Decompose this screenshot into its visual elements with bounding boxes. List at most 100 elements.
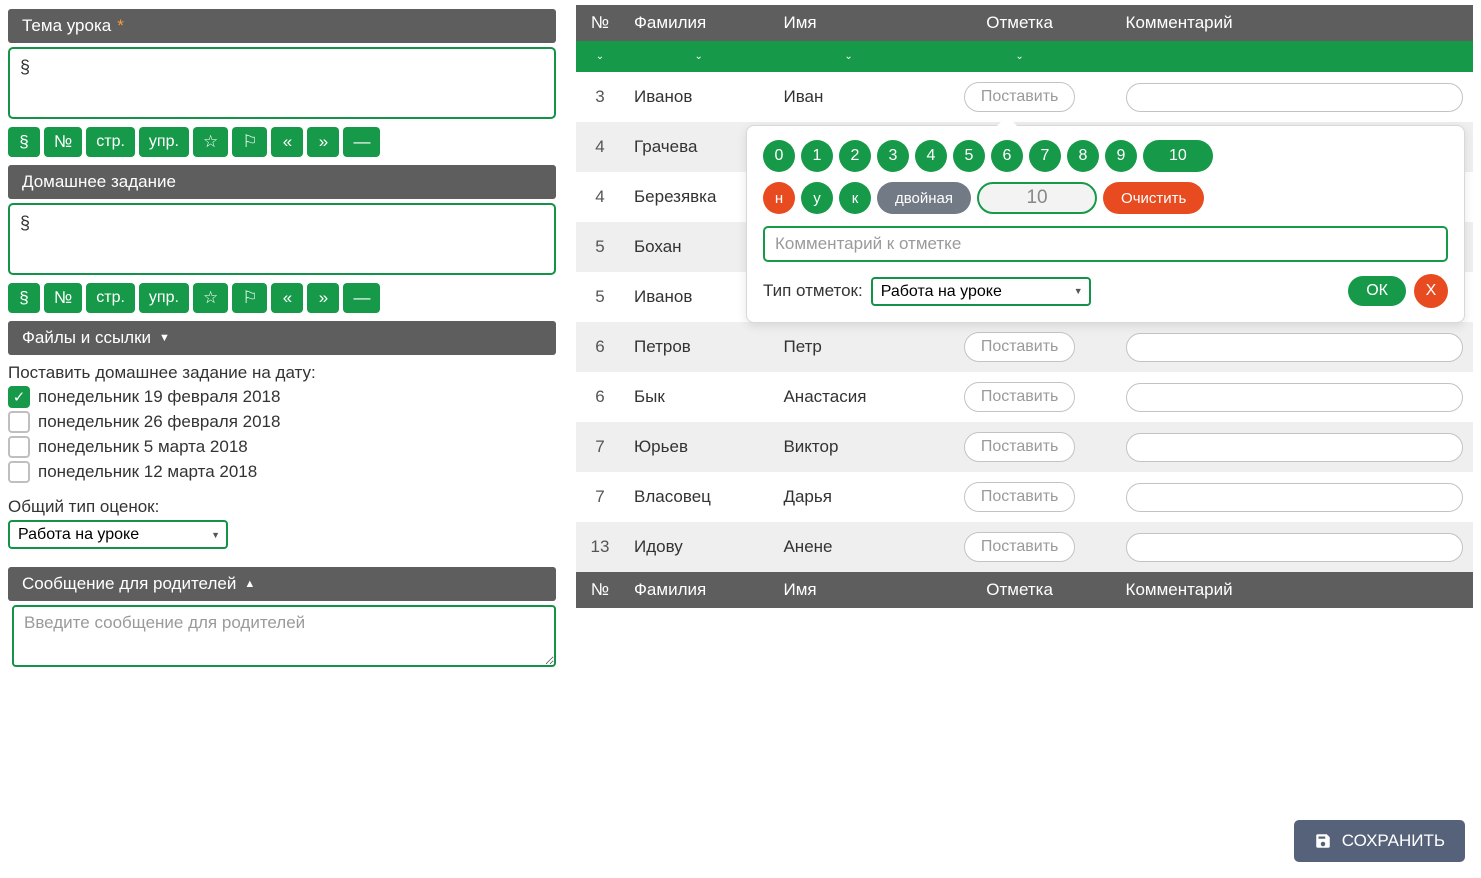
hw-date-option[interactable]: понедельник 26 февраля 2018 <box>8 411 556 433</box>
insert-button[interactable]: « <box>271 283 303 313</box>
hw-date-label: понедельник 5 марта 2018 <box>38 437 248 457</box>
insert-button[interactable]: № <box>44 283 82 313</box>
table-expand-row[interactable]: ⌄ ⌄ ⌄ ⌄ <box>576 41 1473 72</box>
cell-comment <box>1116 72 1473 122</box>
grade-button-2[interactable]: 2 <box>839 140 871 172</box>
grade-comment-input[interactable] <box>763 226 1448 262</box>
insert-button[interactable]: упр. <box>139 283 189 313</box>
chevron-down-icon: ▼ <box>159 332 170 344</box>
popover-type-select[interactable]: Работа на уроке <box>871 277 1091 306</box>
row-comment-input[interactable] <box>1126 383 1463 412</box>
insert-button[interactable]: — <box>343 283 380 313</box>
cell-name: Иван <box>773 72 923 122</box>
col-surname: Фамилия <box>624 5 773 41</box>
grade-button-6[interactable]: 6 <box>991 140 1023 172</box>
cell-surname: Идову <box>624 522 773 572</box>
status-n-button[interactable]: н <box>763 182 795 214</box>
grade-button-4[interactable]: 4 <box>915 140 947 172</box>
row-comment-input[interactable] <box>1126 483 1463 512</box>
set-grade-button[interactable]: Поставить <box>964 82 1076 112</box>
table-row: 7ВласовецДарьяПоставить <box>576 472 1473 522</box>
topic-header: Тема урока * <box>8 9 556 43</box>
cell-num: 7 <box>576 422 624 472</box>
cell-comment <box>1116 372 1473 422</box>
parents-message-input[interactable] <box>12 605 556 667</box>
topic-header-text: Тема урока <box>22 16 111 36</box>
cell-num: 13 <box>576 522 624 572</box>
insert-button[interactable]: стр. <box>86 127 135 157</box>
parents-header[interactable]: Сообщение для родителей ▲ <box>8 567 556 601</box>
grade-button-7[interactable]: 7 <box>1029 140 1061 172</box>
cell-comment <box>1116 472 1473 522</box>
row-comment-input[interactable] <box>1126 83 1463 112</box>
insert-button[interactable]: § <box>8 283 40 313</box>
grade-button-5[interactable]: 5 <box>953 140 985 172</box>
close-button[interactable]: X <box>1414 274 1448 308</box>
hw-date-option[interactable]: ✓ понедельник 19 февраля 2018 <box>8 386 556 408</box>
checkbox[interactable] <box>8 411 30 433</box>
checkbox[interactable]: ✓ <box>8 386 30 408</box>
status-k-button[interactable]: к <box>839 182 871 214</box>
grade-button-9[interactable]: 9 <box>1105 140 1137 172</box>
insert-button[interactable]: стр. <box>86 283 135 313</box>
grade-button-10[interactable]: 10 <box>1143 140 1213 172</box>
save-button[interactable]: СОХРАНИТЬ <box>1294 820 1465 862</box>
checkbox[interactable] <box>8 461 30 483</box>
cell-name: Анене <box>773 522 923 572</box>
table-header-row: № Фамилия Имя Отметка Комментарий <box>576 5 1473 41</box>
grade-button-8[interactable]: 8 <box>1067 140 1099 172</box>
table-row: 3ИвановИванПоставить <box>576 72 1473 122</box>
insert-button[interactable]: § <box>8 127 40 157</box>
popover-type-select-wrap: Работа на уроке <box>871 277 1091 306</box>
popover-footer: Тип отметок: Работа на уроке ОК X <box>763 274 1448 308</box>
cell-mark: Поставить <box>924 72 1116 122</box>
required-asterisk-icon: * <box>117 16 124 36</box>
chevron-up-icon: ▲ <box>244 578 255 590</box>
cell-comment <box>1116 422 1473 472</box>
checkbox[interactable] <box>8 436 30 458</box>
insert-button[interactable]: ⚐ <box>232 283 267 313</box>
homework-insert-toolbar: §№стр.упр.☆⚐«»— <box>8 283 556 313</box>
hw-date-label: понедельник 19 февраля 2018 <box>38 387 280 407</box>
left-panel: Тема урока * § §№стр.упр.☆⚐«»— Домашнее … <box>8 5 556 672</box>
set-grade-button[interactable]: Поставить <box>964 432 1076 462</box>
set-grade-button[interactable]: Поставить <box>964 482 1076 512</box>
insert-button[interactable]: ☆ <box>193 283 228 313</box>
insert-button[interactable]: » <box>307 127 339 157</box>
insert-button[interactable]: упр. <box>139 127 189 157</box>
files-header[interactable]: Файлы и ссылки ▼ <box>8 321 556 355</box>
insert-button[interactable]: ⚐ <box>232 127 267 157</box>
set-grade-button[interactable]: Поставить <box>964 332 1076 362</box>
cell-num: 4 <box>576 172 624 222</box>
cell-mark: Поставить <box>924 372 1116 422</box>
insert-button[interactable]: ☆ <box>193 127 228 157</box>
ok-button[interactable]: ОК <box>1348 276 1406 306</box>
grade-button-0[interactable]: 0 <box>763 140 795 172</box>
insert-button[interactable]: « <box>271 127 303 157</box>
insert-button[interactable]: » <box>307 283 339 313</box>
double-grade-button[interactable]: двойная <box>877 182 971 214</box>
insert-button[interactable]: — <box>343 127 380 157</box>
hw-date-option[interactable]: понедельник 12 марта 2018 <box>8 461 556 483</box>
cell-mark: Поставить <box>924 522 1116 572</box>
hw-date-option[interactable]: понедельник 5 марта 2018 <box>8 436 556 458</box>
status-y-button[interactable]: у <box>801 182 833 214</box>
row-comment-input[interactable] <box>1126 533 1463 562</box>
topic-input[interactable]: § <box>8 47 556 119</box>
chevron-down-icon: ⌄ <box>934 51 1106 62</box>
row-comment-input[interactable] <box>1126 333 1463 362</box>
col-mark: Отметка <box>924 5 1116 41</box>
homework-input[interactable]: § <box>8 203 556 275</box>
clear-grade-button[interactable]: Очистить <box>1103 182 1204 214</box>
row-comment-input[interactable] <box>1126 433 1463 462</box>
grade-button-1[interactable]: 1 <box>801 140 833 172</box>
grade-button-3[interactable]: 3 <box>877 140 909 172</box>
set-grade-button[interactable]: Поставить <box>964 382 1076 412</box>
table-row: 7ЮрьевВикторПоставить <box>576 422 1473 472</box>
set-grade-button[interactable]: Поставить <box>964 532 1076 562</box>
grade-type-select[interactable]: Работа на уроке <box>8 520 228 549</box>
insert-button[interactable]: № <box>44 127 82 157</box>
current-grade-display: 10 <box>977 182 1097 214</box>
cell-num: 6 <box>576 372 624 422</box>
cell-mark: Поставить <box>924 422 1116 472</box>
